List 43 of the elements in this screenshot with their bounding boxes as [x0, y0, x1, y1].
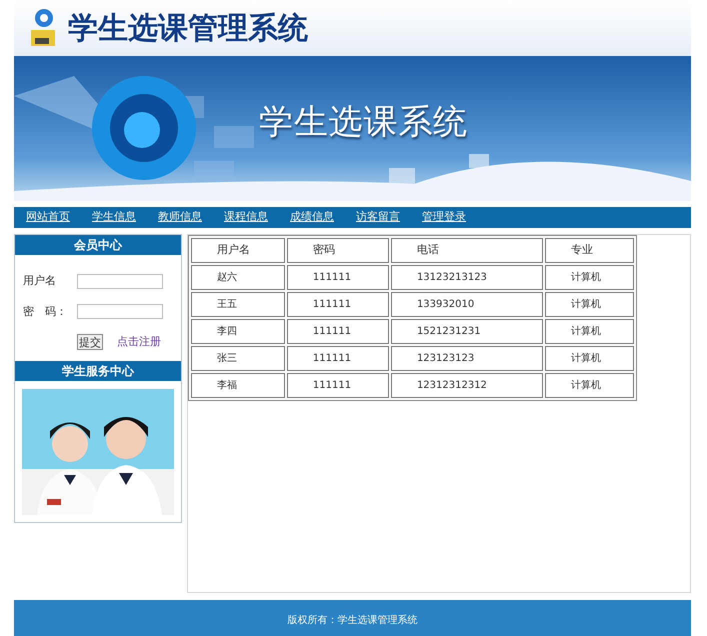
column-header: 密码 — [286, 238, 389, 263]
table-cell: 计算机 — [544, 292, 634, 317]
input-field[interactable] — [77, 274, 163, 289]
nav-link[interactable]: 管理登录 — [422, 209, 466, 226]
table-cell: 111111 — [286, 292, 389, 317]
table-cell: 计算机 — [544, 265, 634, 290]
banner-title: 学生选课系统 — [259, 101, 468, 144]
table-cell: 计算机 — [544, 319, 634, 344]
nav-link[interactable]: 课程信息 — [224, 209, 268, 226]
table-cell: 计算机 — [544, 346, 634, 371]
table-cell: 111111 — [286, 373, 389, 398]
nav-link[interactable]: 成绩信息 — [290, 209, 334, 226]
table-cell: 计算机 — [544, 373, 634, 398]
table-cell: 111111 — [286, 319, 389, 344]
column-header: 电话 — [390, 238, 543, 263]
copyright-text: 版权所有：学生选课管理系统 — [288, 614, 418, 628]
field-label: 密 码： — [23, 304, 68, 320]
panel-title: 会员中心 — [15, 235, 181, 255]
table-cell: 王五 — [191, 292, 285, 317]
nav-link[interactable]: 教师信息 — [158, 209, 202, 226]
nav-link[interactable]: 网站首页 — [26, 209, 70, 226]
site-title: 学生选课管理系统 — [68, 10, 308, 48]
field-label: 用户名 — [23, 273, 57, 289]
table-cell: 李福 — [191, 373, 285, 398]
table-cell: 张三 — [191, 346, 285, 371]
table-cell: 111111 — [286, 265, 389, 290]
table-cell: 111111 — [286, 346, 389, 371]
table-cell: 李四 — [191, 319, 285, 344]
input-field[interactable] — [77, 304, 163, 320]
table-cell: 133932010 — [390, 292, 543, 317]
table-cell: 1521231231 — [390, 319, 543, 344]
table-cell: 赵六 — [191, 265, 285, 290]
nav-link[interactable]: 学生信息 — [92, 209, 136, 226]
table-cell: 13123213123 — [390, 265, 543, 290]
table-cell: 123123123 — [390, 346, 543, 371]
at-disk-icon — [28, 8, 58, 48]
submit-button[interactable]: 提交 — [77, 334, 103, 350]
panel-title: 学生服务中心 — [15, 360, 181, 380]
table-cell: 12312312312 — [390, 373, 543, 398]
register-link[interactable]: 点击注册 — [117, 334, 161, 350]
nav-link[interactable]: 访客留言 — [356, 209, 400, 226]
column-header: 用户名 — [191, 238, 285, 263]
column-header: 专业 — [544, 238, 634, 263]
